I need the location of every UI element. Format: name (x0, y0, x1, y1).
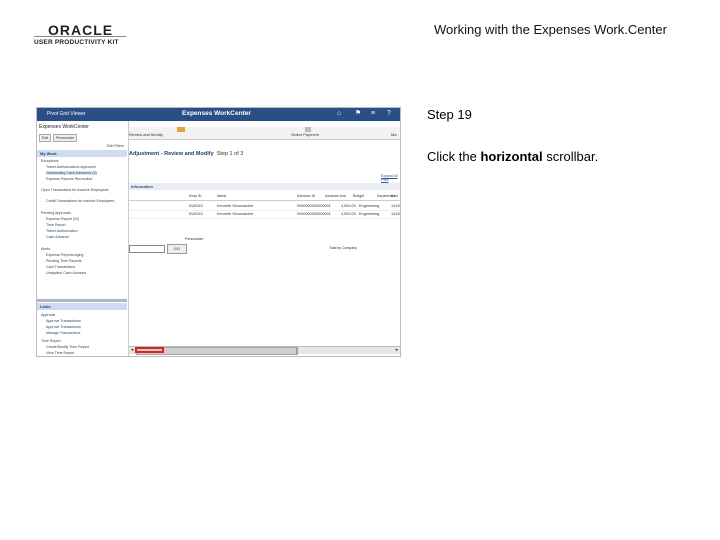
left-panel-title: Expenses WorkCenter (39, 124, 89, 130)
embedded-screenshot: Pivot Grid Viewer Expenses WorkCenter ⌂ … (36, 107, 401, 357)
work-item[interactable]: Cash Advance (46, 235, 69, 239)
work-item[interactable]: Unapplied Cash Advance (46, 271, 86, 275)
work-item[interactable]: Time Report (46, 223, 66, 227)
menu-icon[interactable]: ≡ (371, 110, 378, 117)
main-panel: Review and Modify Select Payment Ma Adju… (129, 121, 400, 356)
work-item[interactable]: Expense Reports Reconciled (46, 177, 92, 181)
step-instruction: Click the horizontal scrollbar. (427, 149, 599, 164)
train-stop-tabs: Review and Modify Select Payment Ma (129, 127, 400, 140)
link-item[interactable]: Time Report (41, 339, 61, 343)
col-budget[interactable]: Budget (353, 194, 364, 198)
work-item[interactable]: Card Transactions (46, 265, 75, 269)
work-item-selected[interactable]: Outstanding Cash Advances (3) (46, 171, 97, 175)
work-item[interactable]: Expense Report (20) (46, 217, 79, 221)
left-panel: Expenses WorkCenter Edit Personalize Edi… (37, 121, 129, 356)
work-item[interactable]: Exceptions (41, 159, 59, 163)
grid-header: Information (129, 183, 400, 190)
personalize-link[interactable]: Personalize (185, 237, 203, 241)
work-item[interactable]: Expense Reports Aging (46, 253, 84, 257)
col-empl-id[interactable]: Empl ID (189, 194, 201, 198)
expand-link[interactable]: Expand All Files (381, 174, 400, 182)
work-item[interactable]: Alerts (41, 247, 50, 251)
work-item[interactable]: Travel Authorization (46, 229, 78, 233)
logo-tagline: USER PRODUCTIVITY KIT (34, 39, 119, 46)
work-item[interactable]: Credit Transactions for Inactive Employe… (46, 199, 114, 203)
link-item[interactable]: Approve Transactions (46, 325, 81, 329)
pivot-grid-viewer-link[interactable]: Pivot Grid Viewer (47, 111, 86, 117)
edit-button[interactable]: Edit (39, 134, 52, 142)
col-advance-id[interactable]: Advance ID (297, 194, 315, 198)
instruction-keyword: horizontal (480, 149, 543, 164)
tab-select-payment[interactable]: Select Payment (291, 132, 319, 137)
flag-icon[interactable]: ⚑ (355, 110, 362, 117)
work-item[interactable]: Travel Authorizations Approved (46, 165, 96, 169)
help-icon[interactable]: ? (387, 110, 394, 117)
total-by-company-label: Total by Company (329, 246, 358, 250)
link-item[interactable]: Approval (41, 313, 55, 317)
left-button-row: Edit Personalize (39, 134, 125, 142)
col-name[interactable]: Name (217, 194, 226, 198)
step-label: Step 19 (427, 107, 472, 122)
col-advance-amt[interactable]: Advance Amt (325, 194, 346, 198)
link-item[interactable]: Manage Transactions (46, 331, 80, 335)
app-title-bar: Pivot Grid Viewer Expenses WorkCenter ⌂ … (37, 108, 400, 121)
breadcrumb: Adjustment - Review and Modify Step 1 of… (129, 151, 244, 157)
click-target-highlight (135, 347, 164, 353)
current-step-marker-icon (177, 127, 185, 132)
links-section[interactable]: Links (37, 303, 127, 310)
link-item[interactable]: Approve Transactions (46, 319, 81, 323)
col-acct[interactable]: Acct (391, 194, 398, 198)
window-title: Expenses WorkCenter (182, 110, 251, 117)
personalize-button[interactable]: Personalize (53, 134, 78, 142)
table-row[interactable]: KU0042 Kenneth Schumacher 00000000000000… (129, 203, 400, 211)
work-item[interactable]: Pending Time Reports (46, 259, 82, 263)
my-work-section[interactable]: My Work (37, 150, 127, 157)
link-item[interactable]: View Time Report (46, 351, 74, 355)
work-item[interactable]: Pending Approvals (41, 211, 71, 215)
table-row[interactable]: KU0042 Kenneth Schumacher 00000000000000… (129, 211, 400, 219)
go-button[interactable]: GO (167, 244, 187, 254)
scrollbar-divider (296, 347, 297, 354)
tab-review-modify[interactable]: Review and Modify (129, 132, 163, 137)
tab-more[interactable]: Ma (391, 132, 397, 137)
logo-rule (34, 36, 126, 37)
home-icon[interactable]: ⌂ (337, 110, 344, 117)
horizontal-scrollbar[interactable]: ◂ ▸ (129, 346, 400, 355)
action-select[interactable] (129, 245, 165, 253)
oracle-upk-logo: ORACLE USER PRODUCTIVITY KIT (34, 22, 126, 48)
page-title: Working with the Expenses Work.Center (434, 22, 667, 37)
work-item[interactable]: Open Transactions for Inactive Employees (41, 188, 109, 192)
grid-column-headers: Empl ID Name Advance ID Advance Amt Budg… (129, 194, 400, 201)
scroll-right-icon[interactable]: ▸ (394, 347, 400, 354)
link-item[interactable]: Create/Modify Time Report (46, 345, 89, 349)
edit-filters-link[interactable]: Edit Filters (107, 144, 124, 148)
panel-splitter[interactable] (37, 299, 127, 302)
